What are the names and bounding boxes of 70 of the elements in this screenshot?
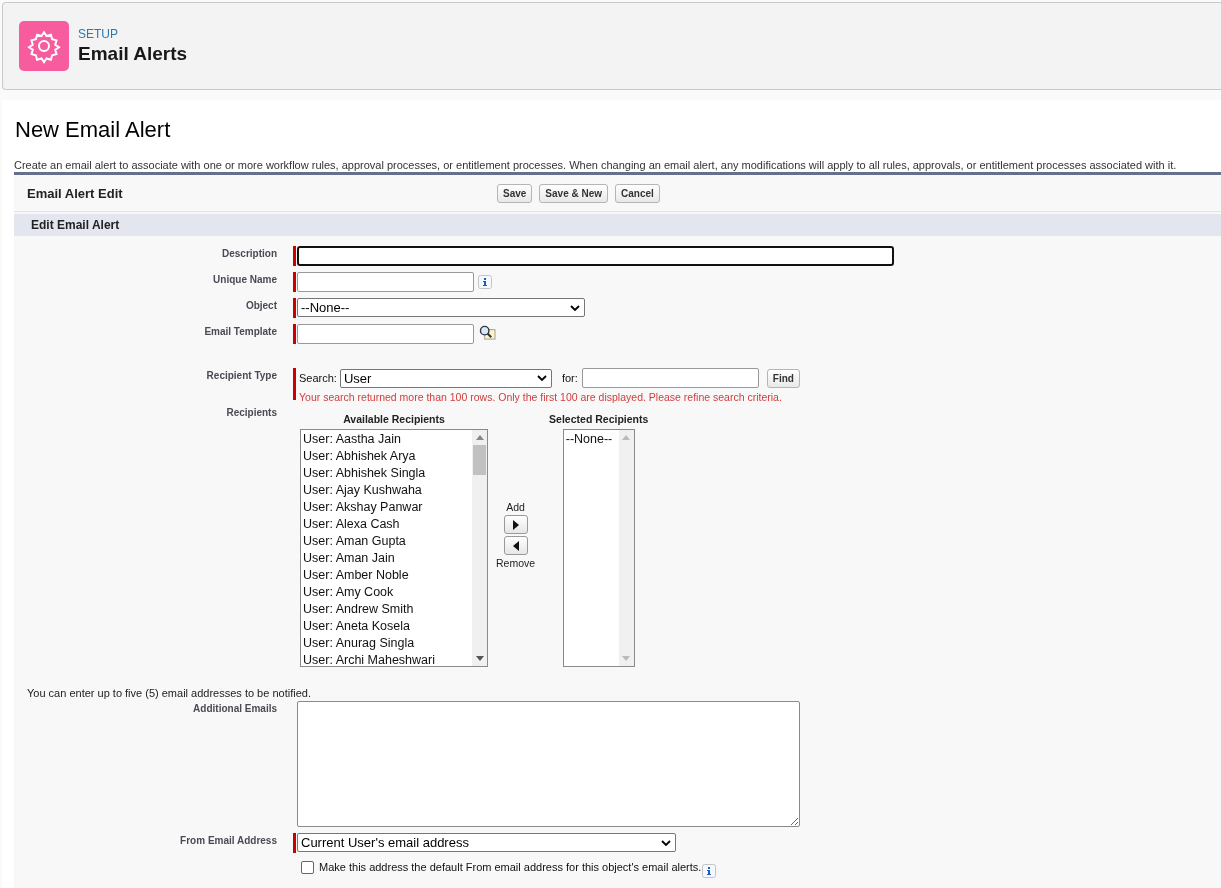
scroll-up-icon[interactable]: [475, 435, 484, 440]
for-label: for:: [561, 372, 578, 384]
page-header-title: Email Alerts: [78, 43, 188, 65]
field-label: Unique Name: [212, 273, 277, 285]
recipient-option[interactable]: User: Aastha Jain: [303, 431, 472, 448]
text-field[interactable]: [297, 246, 894, 266]
remove-button[interactable]: [503, 536, 528, 555]
available-recipients-list[interactable]: [300, 429, 488, 667]
field-label: Object: [244, 299, 277, 311]
form-button[interactable]: Save: [497, 183, 533, 203]
recipient-option[interactable]: User: Archi Maheshwari: [303, 652, 472, 666]
find-button[interactable]: Find: [766, 368, 800, 388]
form-button[interactable]: Cancel: [615, 183, 660, 203]
field-label: Additional Emails: [192, 702, 277, 714]
search-field[interactable]: [581, 368, 759, 388]
add-button[interactable]: [503, 515, 528, 534]
recipient-option[interactable]: User: Amber Noble: [303, 567, 472, 584]
recipient-option[interactable]: User: Alexa Cash: [303, 516, 472, 533]
recipient-option[interactable]: User: Aman Gupta: [303, 533, 472, 550]
from-email-dropdown[interactable]: Current User's email address: [297, 833, 676, 852]
recipient-option[interactable]: User: Akshay Panwar: [303, 499, 472, 516]
chevron-down-icon: [570, 304, 580, 311]
checkbox-label: Make this address the default From email address for this object's email alerts.: [319, 860, 702, 873]
recipient-option[interactable]: User: Ajay Kushwaha: [303, 482, 472, 499]
recipient-option[interactable]: User: Aneta Kosela: [303, 618, 472, 635]
field-label: Description: [221, 247, 277, 259]
breadcrumb-text: SETUP: [78, 27, 119, 41]
right-arrow-icon: [512, 519, 519, 530]
scroll-down-icon: [622, 656, 631, 661]
list-title: Selected Recipients: [549, 413, 649, 425]
recipient-option[interactable]: User: Aman Jain: [303, 550, 472, 567]
form-button[interactable]: Save & New: [539, 183, 609, 203]
selected-recipients-list[interactable]: --None--: [562, 429, 635, 667]
field-label: Recipient Type: [205, 369, 277, 381]
recipient-option[interactable]: User: Andrew Smith: [303, 601, 472, 618]
chevron-down-icon: [661, 839, 671, 846]
form-title: Email Alert Edit: [27, 185, 124, 201]
left-arrow-icon: [512, 540, 519, 551]
recipient-option[interactable]: --None--: [565, 431, 619, 448]
info-icon[interactable]: [702, 864, 717, 878]
add-label: Add: [506, 501, 525, 513]
search-label: Search:: [299, 372, 337, 384]
scrollbar[interactable]: [472, 430, 487, 666]
scrollbar-thumb[interactable]: [473, 445, 486, 475]
remove-label: Remove: [496, 557, 536, 569]
checkbox[interactable]: [301, 861, 314, 874]
section-header: Edit Email Alert: [14, 214, 1221, 236]
recipient-option[interactable]: User: Abhishek Singla: [303, 465, 472, 482]
recipient-option[interactable]: User: Anurag Singla: [303, 635, 472, 652]
email-limit-note: You can enter up to five (5) email addresses to be notified.: [27, 687, 312, 699]
scroll-down-icon[interactable]: [475, 656, 484, 661]
chevron-down-icon: [536, 375, 547, 381]
page-description: Create an email alert to associate with one or more workflow rules, approval processes, or entitlement processes. When changing an email alert, any modifications will apply to all rules, approvals, or entitlement processes associated with it.: [14, 159, 1178, 171]
additional-emails-field[interactable]: [297, 701, 800, 827]
page-title: New Email Alert: [15, 117, 172, 143]
info-icon[interactable]: [478, 275, 492, 289]
object-dropdown[interactable]: --None--: [297, 298, 585, 317]
scroll-up-icon: [622, 435, 631, 440]
magnifier-icon[interactable]: [479, 325, 496, 340]
recipient-option[interactable]: User: Amy Cook: [303, 584, 472, 601]
list-title: Available Recipients: [343, 413, 445, 425]
error-message: Your search returned more than 100 rows. Only the first 100 are displayed. Please refine search criteria.: [299, 391, 783, 403]
field-label: From Email Address: [179, 834, 277, 846]
recipient-type-dropdown[interactable]: User: [339, 368, 552, 388]
field-label: Recipients: [225, 406, 277, 418]
settings-icon: [19, 21, 69, 71]
field-label: Email Template: [203, 325, 277, 337]
recipient-option[interactable]: User: Abhishek Arya: [303, 448, 472, 465]
text-field[interactable]: [297, 324, 474, 344]
text-field[interactable]: [297, 272, 474, 292]
